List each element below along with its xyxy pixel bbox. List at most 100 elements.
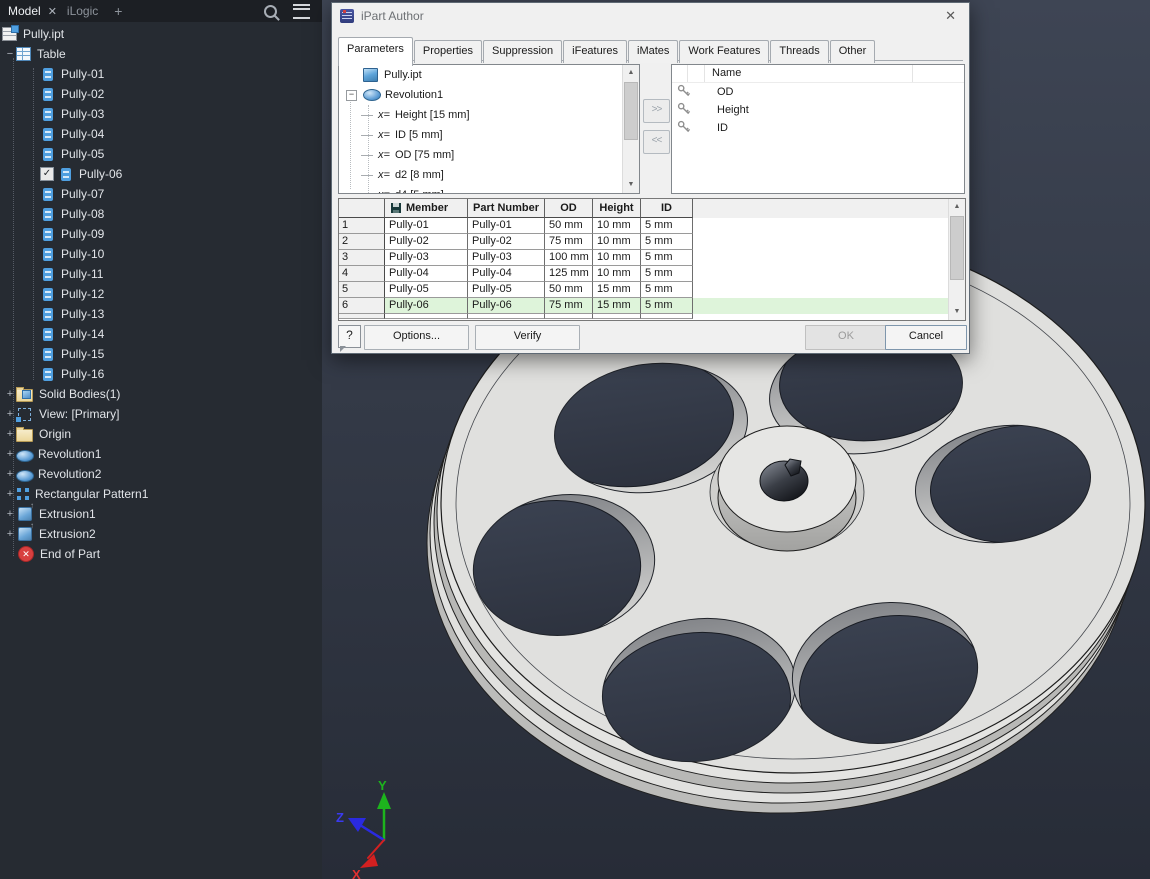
parameter-tree-item[interactable]: x= ID [5 mm] — [339, 125, 639, 145]
od-cell[interactable]: 125 mm — [545, 266, 593, 282]
dialog-close-icon[interactable]: ✕ — [945, 8, 956, 24]
height-cell[interactable]: 10 mm — [593, 266, 641, 282]
member-cell[interactable]: Pully-06 — [385, 298, 468, 314]
height-cell[interactable]: 10 mm — [593, 234, 641, 250]
height-cell[interactable]: 10 mm — [593, 250, 641, 266]
od-cell[interactable]: 75 mm — [545, 234, 593, 250]
row-number-cell[interactable]: 2 — [339, 234, 385, 250]
browser-tree-item[interactable]: ✓ End of Part — [0, 544, 322, 564]
row-number-cell[interactable]: 3 — [339, 250, 385, 266]
browser-tree-item[interactable]: ✓ Pully-06 — [0, 164, 322, 184]
row-number-cell[interactable]: 4 — [339, 266, 385, 282]
selected-parameters-panel[interactable]: Name OD Height ID — [671, 64, 965, 194]
id-cell[interactable]: 5 mm — [641, 218, 693, 234]
browser-tree-item[interactable]: ✓ Pully-01 — [0, 64, 322, 84]
help-button[interactable]: ? — [338, 325, 361, 348]
browser-tree-item[interactable]: ✓ Pully-02 — [0, 84, 322, 104]
od-cell[interactable]: 100 mm — [545, 250, 593, 266]
member-cell[interactable]: Pully-03 — [385, 250, 468, 266]
browser-tree-item[interactable]: ✓ Pully-14 — [0, 324, 322, 344]
add-parameter-button[interactable]: >> — [643, 99, 670, 123]
ipart-member-table[interactable]: Member Part Number OD Height ID 1 Pully-… — [338, 198, 966, 321]
table-row[interactable]: 4 Pully-04 Pully-04 125 mm 10 mm 5 mm — [339, 266, 965, 282]
member-cell[interactable]: Pully-01 — [385, 218, 468, 234]
name-list-item[interactable]: ID — [672, 119, 964, 137]
height-cell[interactable]: 15 mm — [593, 298, 641, 314]
id-cell[interactable]: 5 mm — [641, 282, 693, 298]
dialog-title-bar[interactable]: iPart Author ✕ — [332, 3, 969, 29]
browser-tree-item[interactable]: ✓ Pully-13 — [0, 304, 322, 324]
expander-icon[interactable]: + — [4, 448, 16, 460]
browser-tree-item[interactable]: ✓ Pully-05 — [0, 144, 322, 164]
part-number-cell[interactable]: Pully-02 — [468, 234, 545, 250]
menu-icon[interactable] — [293, 4, 310, 19]
name-list-item[interactable]: Height — [672, 101, 964, 119]
part-number-cell[interactable]: Pully-05 — [468, 282, 545, 298]
expander-icon[interactable]: + — [4, 468, 16, 480]
row-number-cell[interactable]: 5 — [339, 282, 385, 298]
dialog-tab[interactable]: iMates — [628, 40, 678, 63]
member-checkbox[interactable]: ✓ — [40, 167, 54, 181]
browser-tree-item[interactable]: ✓ Pully-10 — [0, 244, 322, 264]
row-number-cell[interactable]: 6 — [339, 298, 385, 314]
parameter-tree-item[interactable]: − Revolution1 — [339, 85, 639, 105]
browser-tree-item[interactable]: ✓ Pully-15 — [0, 344, 322, 364]
browser-tree-item[interactable]: ✓ Pully-04 — [0, 124, 322, 144]
parameter-tree-item[interactable]: x= d4 [5 mm] — [339, 185, 639, 194]
browser-tree-item[interactable]: ✓ Pully-09 — [0, 224, 322, 244]
scroll-down-icon[interactable]: ▼ — [623, 177, 639, 193]
table-row[interactable]: 3 Pully-03 Pully-03 100 mm 10 mm 5 mm — [339, 250, 965, 266]
scroll-up-icon[interactable]: ▲ — [949, 199, 965, 215]
expander-icon[interactable]: + — [4, 488, 16, 500]
id-cell[interactable]: 5 mm — [641, 234, 693, 250]
scrollbar-thumb[interactable] — [950, 216, 964, 280]
parameter-tree-item[interactable]: x= OD [75 mm] — [339, 145, 639, 165]
height-cell[interactable]: 15 mm — [593, 282, 641, 298]
member-cell[interactable]: Pully-05 — [385, 282, 468, 298]
table-row[interactable]: 6 Pully-06 Pully-06 75 mm 15 mm 5 mm — [339, 298, 965, 314]
scroll-up-icon[interactable]: ▲ — [623, 65, 639, 81]
name-list-item[interactable]: OD — [672, 83, 964, 101]
table-row[interactable]: 2 Pully-02 Pully-02 75 mm 10 mm 5 mm — [339, 234, 965, 250]
search-icon[interactable] — [264, 5, 277, 18]
parameter-tree-panel[interactable]: Pully.ipt − Revolution1 x= Height [15 mm… — [338, 64, 640, 194]
dialog-tab[interactable]: Suppression — [483, 40, 562, 63]
part-number-cell[interactable]: Pully-04 — [468, 266, 545, 282]
name-column-header[interactable]: Name — [705, 65, 913, 82]
dialog-tab[interactable]: Work Features — [679, 40, 769, 63]
scrollbar-thumb[interactable] — [624, 82, 638, 140]
od-column-header[interactable]: OD — [545, 199, 593, 218]
options-button[interactable]: Options... — [364, 325, 469, 350]
browser-tree-item[interactable]: ✓ Pully-12 — [0, 284, 322, 304]
expander-icon[interactable]: + — [4, 388, 16, 400]
expander-icon[interactable]: + — [4, 508, 16, 520]
part-number-cell[interactable]: Pully-01 — [468, 218, 545, 234]
od-cell[interactable]: 50 mm — [545, 282, 593, 298]
browser-tree-item[interactable]: + ✓ Rectangular Pattern1 — [0, 484, 322, 504]
id-cell[interactable]: 5 mm — [641, 266, 693, 282]
dialog-tab[interactable]: Parameters — [338, 37, 413, 66]
cancel-button[interactable]: Cancel — [885, 325, 967, 350]
browser-tree-item[interactable]: ✓ Pully-08 — [0, 204, 322, 224]
scroll-down-icon[interactable]: ▼ — [949, 304, 965, 320]
browser-tree-item[interactable]: ✓ Pully.ipt — [0, 24, 322, 44]
browser-tree-item[interactable]: + ✓ View: [Primary] — [0, 404, 322, 424]
expander-icon[interactable]: − — [4, 48, 16, 60]
browser-tree-item[interactable]: + ✓ Extrusion1 — [0, 504, 322, 524]
close-tab-icon[interactable]: ✕ — [48, 5, 57, 18]
part-number-cell[interactable]: Pully-03 — [468, 250, 545, 266]
table-row[interactable]: 5 Pully-05 Pully-05 50 mm 15 mm 5 mm — [339, 282, 965, 298]
member-cell[interactable]: Pully-04 — [385, 266, 468, 282]
browser-tree-item[interactable]: + ✓ Revolution1 — [0, 444, 322, 464]
od-cell[interactable]: 75 mm — [545, 298, 593, 314]
expander-icon[interactable]: + — [4, 408, 16, 420]
od-cell[interactable]: 50 mm — [545, 218, 593, 234]
browser-tree-item[interactable]: ✓ Pully-11 — [0, 264, 322, 284]
id-cell[interactable]: 5 mm — [641, 298, 693, 314]
id-cell[interactable]: 5 mm — [641, 250, 693, 266]
browser-tree-item[interactable]: + ✓ Origin — [0, 424, 322, 444]
height-column-header[interactable]: Height — [593, 199, 641, 218]
ok-button[interactable]: OK — [805, 325, 887, 350]
browser-tree-item[interactable]: + ✓ Extrusion2 — [0, 524, 322, 544]
browser-tree-item[interactable]: ✓ Pully-16 — [0, 364, 322, 384]
